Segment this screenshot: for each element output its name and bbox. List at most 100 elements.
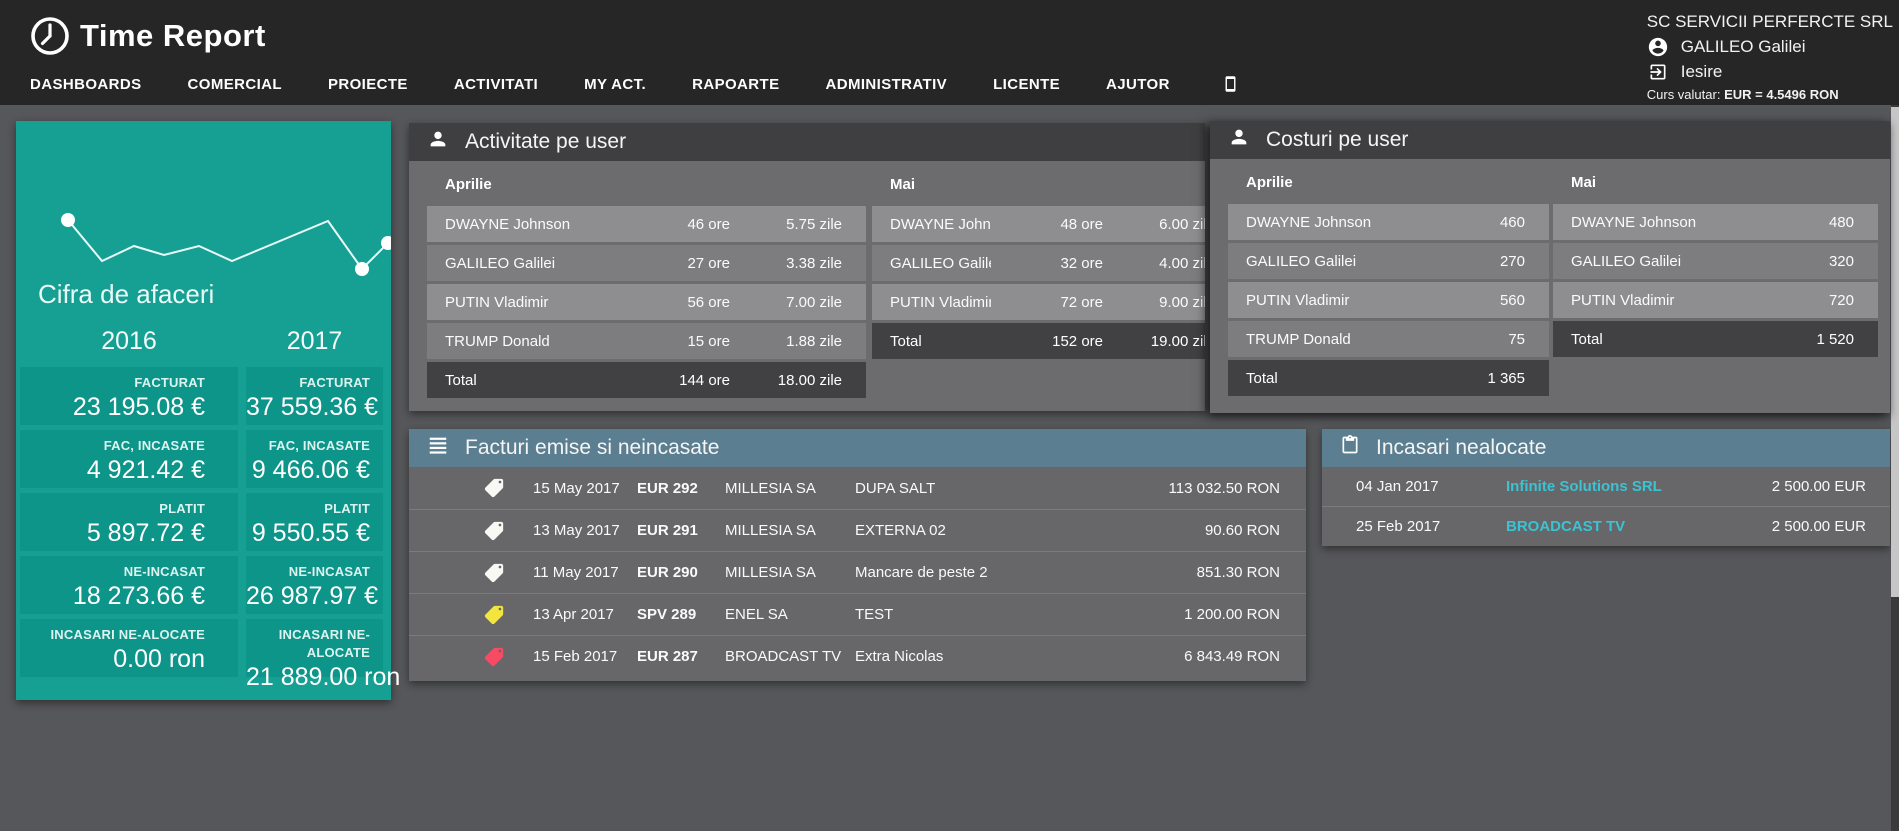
nav-item-activitati[interactable]: ACTIVITATI	[454, 76, 538, 93]
invoice-client: MILLESIA SA	[725, 480, 855, 497]
activitate-body: AprilieDWAYNE Johnson46 ore5.75 zileGALI…	[409, 161, 1205, 411]
invoice-client: MILLESIA SA	[725, 522, 855, 539]
account-circle-icon	[1647, 36, 1669, 58]
receipt-row: 04 Jan 2017Infinite Solutions SRL2 500.0…	[1322, 467, 1890, 506]
user-name: DWAYNE Johnson	[890, 216, 991, 233]
invoice-number: SPV 289	[637, 606, 725, 623]
cifra-cell-2017: NE-INCASAT26 987.97 €	[246, 556, 383, 614]
hours-value: 15 ore	[618, 333, 730, 350]
days-value: 1.88 zile	[730, 333, 842, 350]
stat-value: 5 897.72 €	[20, 519, 205, 548]
invoice-row[interactable]: 15 May 2017EUR 292MILLESIA SADUPA SALT11…	[409, 467, 1306, 509]
year-2017-label: 2017	[246, 327, 383, 356]
nav-item-my-act-[interactable]: MY ACT.	[584, 76, 646, 93]
logout-link[interactable]: Iesire	[1647, 60, 1893, 84]
invoice-number: EUR 287	[637, 648, 725, 665]
cifra-title: Cifra de afaceri	[38, 279, 214, 310]
stat-value: 0.00 ron	[20, 645, 205, 674]
tag-icon	[483, 562, 509, 584]
scrollbar-thumb[interactable]	[1891, 107, 1899, 597]
exchange-rate: Curs valutar: EUR = 4.5496 RON	[1647, 87, 1893, 102]
facturi-title: Facturi emise si neincasate	[465, 436, 719, 460]
facturi-rows: 15 May 2017EUR 292MILLESIA SADUPA SALT11…	[409, 467, 1306, 677]
nav-item-rapoarte[interactable]: RAPOARTE	[692, 76, 779, 93]
user-row: PUTIN Vladimir72 ore9.00 zile	[872, 284, 1205, 320]
mobile-phone-icon[interactable]	[1222, 72, 1239, 96]
receipt-row: 25 Feb 2017BROADCAST TV2 500.00 EUR	[1322, 506, 1890, 545]
nav-item-licente[interactable]: LICENTE	[993, 76, 1060, 93]
person-icon	[427, 128, 449, 156]
cifra-cell-2017: PLATIT9 550.55 €	[246, 493, 383, 551]
nav-item-ajutor[interactable]: AJUTOR	[1106, 76, 1170, 93]
costuri-panel-header: Costuri pe user	[1210, 121, 1890, 159]
user-name: Total	[1571, 331, 1734, 348]
month-column-mai: MaiDWAYNE Johnson480GALILEO Galilei320PU…	[1553, 159, 1878, 360]
invoice-number: EUR 291	[637, 522, 725, 539]
stat-label: FACTURAT	[299, 375, 370, 390]
invoice-row[interactable]: 15 Feb 2017EUR 287BROADCAST TVExtra Nico…	[409, 635, 1306, 677]
cifra-de-afaceri-card: Cifra de afaceri 2016 2017 FACTURAT23 19…	[16, 121, 391, 700]
user-row: GALILEO Galilei320	[1553, 243, 1878, 279]
receipt-client-link[interactable]: BROADCAST TV	[1506, 518, 1696, 535]
hours-value: 56 ore	[618, 294, 730, 311]
user-menu[interactable]: GALILEO Galilei	[1647, 35, 1893, 59]
month-column-mai: MaiDWAYNE Johnson48 ore6.00 zileGALILEO …	[872, 161, 1205, 362]
activitate-title: Activitate pe user	[465, 130, 626, 154]
invoice-row[interactable]: 11 May 2017EUR 290MILLESIA SAMancare de …	[409, 551, 1306, 593]
cost-value: 1 520	[1734, 331, 1854, 348]
receipt-client-link[interactable]: Infinite Solutions SRL	[1506, 478, 1696, 495]
invoice-row[interactable]: 13 Apr 2017SPV 289ENEL SATEST1 200.00 RO…	[409, 593, 1306, 635]
cost-value: 320	[1734, 253, 1854, 270]
receipt-date: 04 Jan 2017	[1356, 478, 1506, 495]
top-bar: Time Report DASHBOARDSCOMERCIALPROIECTEA…	[0, 0, 1899, 105]
invoice-description: Mancare de peste 2	[855, 564, 1100, 581]
cost-value: 480	[1734, 214, 1854, 231]
days-value: 18.00 zile	[730, 372, 842, 389]
invoice-client: ENEL SA	[725, 606, 855, 623]
user-row: GALILEO Galilei270	[1228, 243, 1549, 279]
nav-item-administrativ[interactable]: ADMINISTRATIV	[825, 76, 947, 93]
user-name: PUTIN Vladimir	[1571, 292, 1734, 309]
user-row: DWAYNE Johnson46 ore5.75 zile	[427, 206, 866, 242]
invoice-client: BROADCAST TV	[725, 648, 855, 665]
tag-icon	[483, 646, 509, 668]
clipboard-icon	[1340, 435, 1360, 461]
year-2016-label: 2016	[20, 327, 238, 356]
cost-value: 460	[1405, 214, 1525, 231]
user-name: TRUMP Donald	[445, 333, 618, 350]
user-name: GALILEO Galilei	[890, 255, 991, 272]
stat-label: INCASARI NE-ALOCATE	[51, 627, 206, 642]
user-row: GALILEO Galilei32 ore4.00 zile	[872, 245, 1205, 281]
month-label: Mai	[890, 176, 1205, 193]
invoice-amount: 90.60 RON	[1100, 522, 1280, 539]
days-value: 19.00 zile	[1103, 333, 1205, 350]
nav-item-comercial[interactable]: COMERCIAL	[188, 76, 282, 93]
nav-item-proiecte[interactable]: PROIECTE	[328, 76, 408, 93]
cifra-cell-2016: INCASARI NE-ALOCATE 0.00 ron	[20, 619, 238, 677]
incasari-panel: Incasari nealocate 04 Jan 2017Infinite S…	[1322, 429, 1890, 546]
nav-item-dashboards[interactable]: DASHBOARDS	[30, 76, 142, 93]
cifra-cell-2016: FACTURAT23 195.08 €	[20, 367, 238, 425]
stat-label: INCASARI NE-ALOCATE	[279, 627, 370, 660]
stat-label: FAC, INCASATE	[104, 438, 205, 453]
user-name: PUTIN Vladimir	[1246, 292, 1405, 309]
stat-label: FAC, INCASATE	[269, 438, 370, 453]
stat-label: PLATIT	[159, 501, 205, 516]
days-value: 5.75 zile	[730, 216, 842, 233]
facturi-panel-header: Facturi emise si neincasate	[409, 429, 1306, 467]
stat-label: NE-INCASAT	[289, 564, 370, 579]
costuri-body: AprilieDWAYNE Johnson460GALILEO Galilei2…	[1210, 159, 1890, 413]
user-row: TRUMP Donald15 ore1.88 zile	[427, 323, 866, 359]
invoice-date: 13 Apr 2017	[533, 606, 637, 623]
invoice-description: EXTERNA 02	[855, 522, 1100, 539]
invoice-amount: 851.30 RON	[1100, 564, 1280, 581]
invoice-date: 15 Feb 2017	[533, 648, 637, 665]
days-value: 7.00 zile	[730, 294, 842, 311]
activitate-panel-header: Activitate pe user	[409, 123, 1205, 161]
user-row: TRUMP Donald75	[1228, 321, 1549, 357]
clock-icon	[28, 14, 72, 58]
invoice-row[interactable]: 13 May 2017EUR 291MILLESIA SAEXTERNA 029…	[409, 509, 1306, 551]
user-row: PUTIN Vladimir56 ore7.00 zile	[427, 284, 866, 320]
invoice-date: 15 May 2017	[533, 480, 637, 497]
facturi-panel: Facturi emise si neincasate 15 May 2017E…	[409, 429, 1306, 681]
